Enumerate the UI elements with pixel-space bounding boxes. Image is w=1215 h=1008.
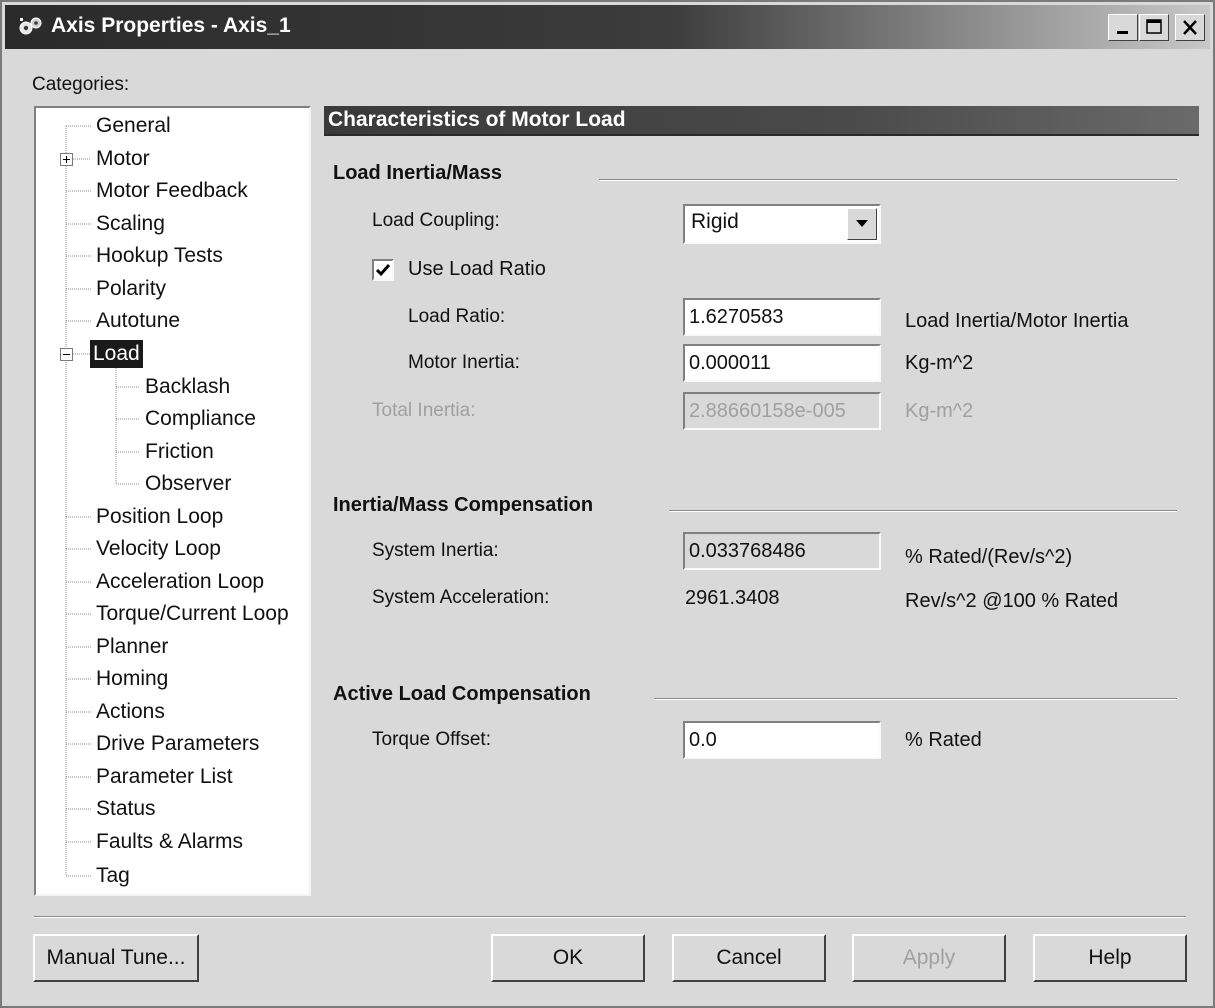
category-faults-alarms[interactable]: Faults & Alarms	[93, 828, 246, 856]
panel-header: Characteristics of Motor Load	[324, 106, 1199, 136]
category-motor-feedback[interactable]: Motor Feedback	[93, 177, 251, 205]
load-coupling-label: Load Coupling:	[372, 210, 500, 231]
apply-button[interactable]: Apply	[852, 934, 1006, 982]
category-homing[interactable]: Homing	[93, 665, 171, 693]
category-motor[interactable]: Motor	[93, 145, 153, 173]
checkmark-icon	[375, 264, 391, 277]
category-load[interactable]: Load	[90, 340, 143, 368]
category-status[interactable]: Status	[93, 795, 159, 823]
category-tag[interactable]: Tag	[93, 862, 133, 890]
section-divider	[599, 179, 1177, 181]
category-hookup-tests[interactable]: Hookup Tests	[93, 242, 226, 270]
title-bar[interactable]: Axis Properties - Axis_1	[5, 5, 1210, 49]
panel-header-title: Characteristics of Motor Load	[328, 108, 626, 131]
section-active-load-title: Active Load Compensation	[333, 683, 591, 705]
load-coupling-value: Rigid	[691, 210, 739, 233]
system-inertia-label: System Inertia:	[372, 540, 499, 561]
collapse-minus-icon	[63, 354, 70, 355]
cancel-button[interactable]: Cancel	[672, 934, 826, 982]
motor-inertia-input[interactable]: 0.000011	[683, 344, 881, 382]
torque-offset-unit: % Rated	[905, 729, 982, 751]
category-planner[interactable]: Planner	[93, 633, 171, 661]
load-ratio-unit: Load Inertia/Motor Inertia	[905, 310, 1129, 332]
section-load-inertia-title: Load Inertia/Mass	[333, 162, 502, 184]
category-polarity[interactable]: Polarity	[93, 275, 169, 303]
category-acceleration-loop[interactable]: Acceleration Loop	[93, 568, 267, 596]
category-velocity-loop[interactable]: Velocity Loop	[93, 535, 224, 563]
manual-tune-button[interactable]: Manual Tune...	[33, 934, 199, 982]
motor-inertia-unit: Kg-m^2	[905, 352, 974, 374]
total-inertia-label: Total Inertia:	[372, 400, 476, 421]
chevron-down-icon	[856, 220, 868, 227]
system-acceleration-label: System Acceleration:	[372, 587, 550, 608]
categories-tree[interactable]: General Motor Motor Feedback Scaling Hoo…	[34, 106, 311, 896]
category-drive-parameters[interactable]: Drive Parameters	[93, 730, 262, 758]
category-scaling[interactable]: Scaling	[93, 210, 168, 238]
minimize-icon	[1117, 31, 1128, 34]
system-acceleration-value: 2961.3408	[685, 587, 780, 609]
section-divider	[654, 698, 1177, 700]
maximize-button[interactable]	[1139, 14, 1169, 41]
total-inertia-unit: Kg-m^2	[905, 400, 974, 422]
maximize-icon	[1146, 19, 1162, 34]
category-parameter-list[interactable]: Parameter List	[93, 763, 236, 791]
use-load-ratio-label[interactable]: Use Load Ratio	[408, 258, 546, 281]
category-observer[interactable]: Observer	[142, 470, 234, 498]
category-actions[interactable]: Actions	[93, 698, 168, 726]
torque-offset-label: Torque Offset:	[372, 729, 491, 750]
section-divider	[669, 510, 1177, 512]
ok-button[interactable]: OK	[491, 934, 645, 982]
torque-offset-input[interactable]: 0.0	[683, 721, 881, 759]
help-button[interactable]: Help	[1033, 934, 1187, 982]
motor-inertia-label: Motor Inertia:	[408, 352, 520, 373]
section-compensation-title: Inertia/Mass Compensation	[333, 494, 594, 516]
system-acceleration-unit: Rev/s^2 @100 % Rated	[905, 590, 1119, 612]
window-title: Axis Properties - Axis_1	[51, 14, 291, 37]
use-load-ratio-checkbox[interactable]	[372, 259, 394, 281]
category-compliance[interactable]: Compliance	[142, 405, 259, 433]
category-torque-current-loop[interactable]: Torque/Current Loop	[93, 600, 292, 628]
minimize-button[interactable]	[1108, 14, 1138, 41]
axis-app-icon	[19, 17, 42, 35]
bottom-separator	[34, 916, 1186, 918]
system-inertia-unit: % Rated/(Rev/s^2)	[905, 546, 1073, 568]
close-icon	[1183, 20, 1197, 35]
category-general[interactable]: General	[93, 112, 174, 140]
load-ratio-label: Load Ratio:	[408, 306, 506, 327]
motor-expand-toggle[interactable]	[60, 153, 73, 166]
categories-label: Categories:	[32, 74, 130, 95]
category-friction[interactable]: Friction	[142, 438, 217, 466]
axis-properties-window: Axis Properties - Axis_1 Categories: Gen…	[0, 0, 1215, 1008]
category-autotune[interactable]: Autotune	[93, 307, 183, 335]
category-position-loop[interactable]: Position Loop	[93, 503, 226, 531]
load-collapse-toggle[interactable]	[60, 348, 73, 361]
dropdown-button[interactable]	[847, 208, 877, 240]
total-inertia-field: 2.88660158e-005	[683, 392, 881, 430]
system-inertia-field: 0.033768486	[683, 532, 881, 570]
close-button[interactable]	[1175, 14, 1205, 41]
load-coupling-select[interactable]: Rigid	[683, 204, 881, 244]
load-ratio-input[interactable]: 1.6270583	[683, 298, 881, 336]
category-backlash[interactable]: Backlash	[142, 373, 233, 401]
